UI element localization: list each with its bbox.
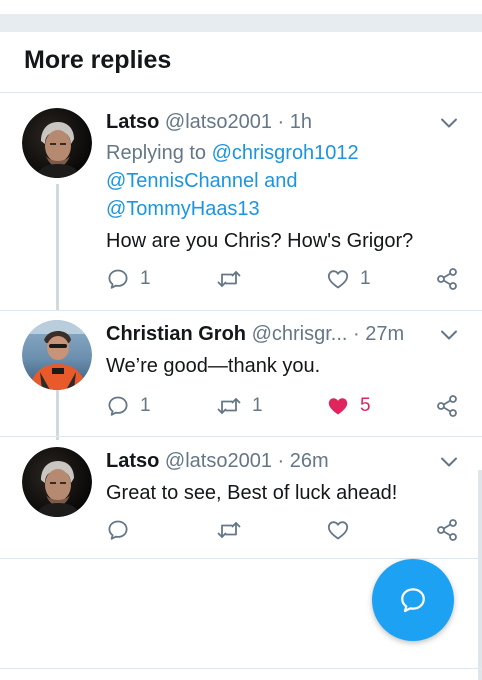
retweet-count: 1 xyxy=(252,395,263,416)
replying-to-line: @TennisChannel and xyxy=(106,170,298,193)
heart-icon xyxy=(326,267,350,291)
handle-time: @latso2001 · 26m xyxy=(164,450,329,472)
chevron-down-icon[interactable] xyxy=(440,329,458,341)
reply-button[interactable]: 1 xyxy=(106,266,151,292)
thread-line xyxy=(56,390,59,440)
replying-to-line: @TommyHaas13 xyxy=(106,198,260,221)
chevron-down-icon[interactable] xyxy=(440,456,458,468)
reply-icon xyxy=(106,267,130,291)
retweet-icon xyxy=(216,519,242,541)
bottom-divider xyxy=(0,668,482,669)
reply-button[interactable]: 1 xyxy=(106,393,151,419)
display-name[interactable]: Christian Groh xyxy=(106,323,246,345)
heart-icon xyxy=(326,394,350,418)
avatar[interactable] xyxy=(22,320,92,390)
mention-link[interactable]: @TennisChannel xyxy=(106,170,259,192)
avatar[interactable] xyxy=(22,447,92,517)
share-button[interactable] xyxy=(435,517,459,543)
like-button[interactable]: 5 xyxy=(326,393,371,419)
retweet-icon xyxy=(216,268,242,290)
like-button[interactable] xyxy=(326,517,350,543)
scrollbar[interactable] xyxy=(478,470,482,680)
chevron-down-icon[interactable] xyxy=(440,117,458,129)
compose-reply-button[interactable] xyxy=(372,559,454,641)
share-button[interactable] xyxy=(435,266,459,292)
like-count: 5 xyxy=(360,395,371,416)
mention-link[interactable]: @chrisgroh1012 xyxy=(212,142,359,164)
reply-button[interactable] xyxy=(106,517,130,543)
tweet-text: Great to see, Best of luck ahead! xyxy=(106,482,398,504)
share-icon xyxy=(435,267,459,291)
reply-icon xyxy=(106,518,130,542)
tweet-divider xyxy=(0,436,482,437)
heart-icon xyxy=(326,518,350,542)
tweet-header: Latso @latso2001 · 26m xyxy=(106,450,329,473)
replying-to-line: Replying to @chrisgroh1012 xyxy=(106,142,359,165)
like-count: 1 xyxy=(360,268,371,289)
tweet-text: How are you Chris? How's Grigor? xyxy=(106,230,414,252)
retweet-icon xyxy=(216,395,242,417)
tweet-divider xyxy=(0,310,482,311)
like-button[interactable]: 1 xyxy=(326,266,371,292)
replying-to-label: Replying to xyxy=(106,142,212,164)
tweet-text: We’re good—thank you. xyxy=(106,355,321,377)
reply-icon xyxy=(106,394,130,418)
handle-time: @chrisgr... · 27m xyxy=(251,323,405,345)
display-name[interactable]: Latso xyxy=(106,450,159,472)
section-title: More replies xyxy=(24,46,172,74)
retweet-button[interactable]: 1 xyxy=(216,393,263,419)
share-button[interactable] xyxy=(435,393,459,419)
display-name[interactable]: Latso xyxy=(106,111,159,133)
retweet-button[interactable] xyxy=(216,266,242,292)
compose-reply-icon xyxy=(401,588,425,613)
tweet-header: Latso @latso2001 · 1h xyxy=(106,111,312,134)
replying-and-label: and xyxy=(258,170,298,192)
mention-link[interactable]: @TommyHaas13 xyxy=(106,198,260,220)
section-divider xyxy=(0,92,482,93)
share-icon xyxy=(435,518,459,542)
reply-count: 1 xyxy=(140,268,151,289)
reply-count: 1 xyxy=(140,395,151,416)
tweet-header: Christian Groh @chrisgr... · 27m xyxy=(106,323,404,346)
avatar[interactable] xyxy=(22,108,92,178)
share-icon xyxy=(435,394,459,418)
top-separator-band xyxy=(0,14,482,32)
thread-line xyxy=(56,184,59,310)
retweet-button[interactable] xyxy=(216,517,242,543)
handle-time: @latso2001 · 1h xyxy=(164,111,312,133)
